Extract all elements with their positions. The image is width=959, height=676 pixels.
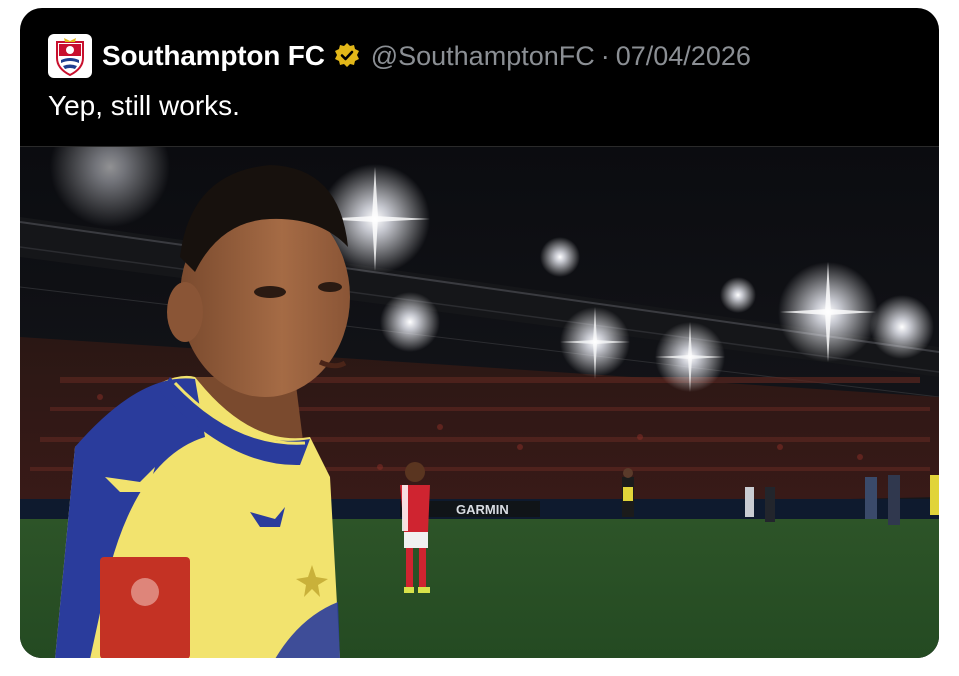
author-name[interactable]: Southampton FC xyxy=(102,40,325,72)
tweet-date[interactable]: 07/04/2026 xyxy=(616,41,751,72)
stadium-photo: GARMIN xyxy=(20,147,939,658)
ad-board-text: GARMIN xyxy=(456,502,509,517)
club-crest-avatar[interactable] xyxy=(48,34,92,78)
tweet-card[interactable]: Southampton FC @SouthamptonFC · 07/04/20… xyxy=(20,8,939,658)
crest-icon xyxy=(56,38,84,76)
tweet-media-photo[interactable]: GARMIN xyxy=(20,146,939,658)
tweet-text: Yep, still works. xyxy=(48,90,240,121)
meta-separator: · xyxy=(600,40,610,71)
verified-badge-icon xyxy=(334,43,359,67)
author-handle[interactable]: @SouthamptonFC xyxy=(371,41,595,72)
tweet-header: Southampton FC @SouthamptonFC · 07/04/20… xyxy=(48,34,751,78)
